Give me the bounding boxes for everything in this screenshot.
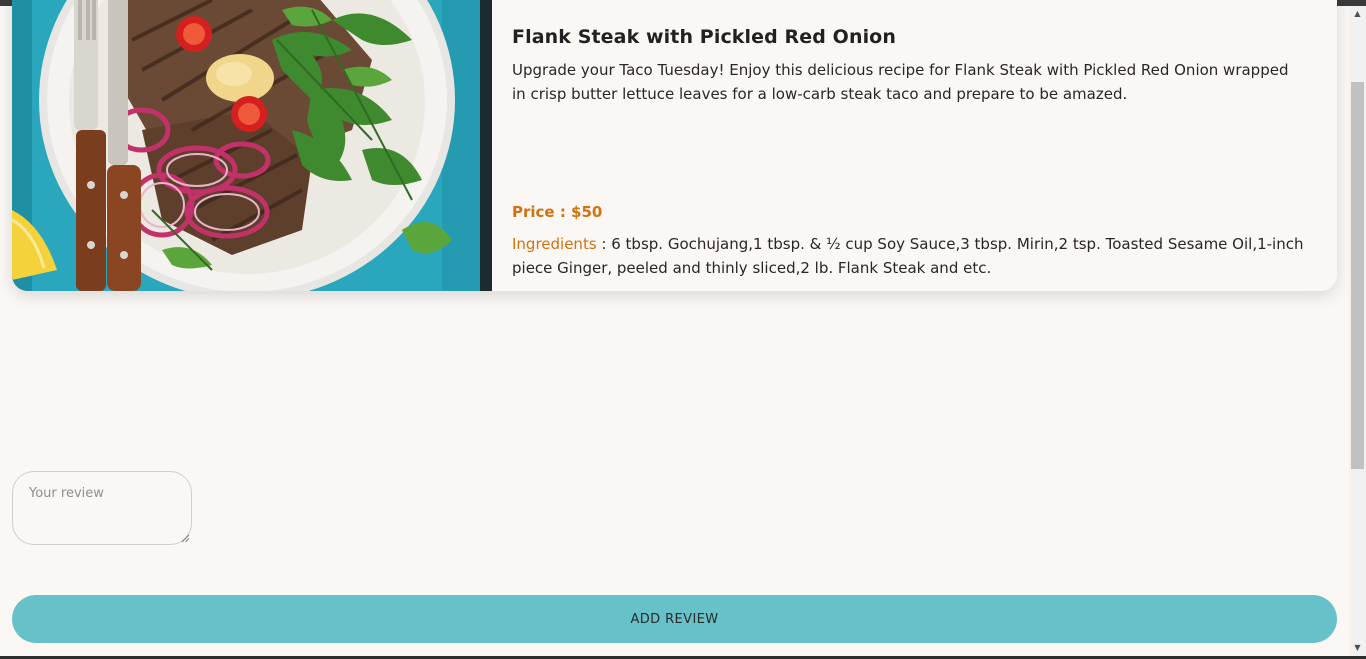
- recipe-title: Flank Steak with Pickled Red Onion: [512, 26, 896, 48]
- ingredients-label: Ingredients: [512, 235, 597, 253]
- review-textarea[interactable]: [12, 471, 192, 545]
- chevron-up-icon[interactable]: ▲: [1349, 6, 1366, 22]
- recipe-image: [12, 0, 492, 291]
- recipe-info: Flank Steak with Pickled Red Onion Upgra…: [512, 26, 1302, 106]
- ingredients-text: : 6 tbsp. Gochujang,1 tbsp. & ½ cup Soy …: [512, 235, 1304, 277]
- resize-grip-icon[interactable]: [181, 534, 190, 543]
- scrollbar-thumb[interactable]: [1351, 82, 1364, 469]
- add-review-button[interactable]: ADD REVIEW: [12, 595, 1337, 643]
- recipe-price: Price : $50: [512, 203, 603, 221]
- recipe-ingredients: Ingredients : 6 tbsp. Gochujang,1 tbsp. …: [512, 232, 1312, 280]
- page-scrollbar[interactable]: ▲ ▼: [1349, 6, 1366, 656]
- recipe-description: Upgrade your Taco Tuesday! Enjoy this de…: [512, 61, 1289, 103]
- chevron-down-icon[interactable]: ▼: [1349, 640, 1366, 656]
